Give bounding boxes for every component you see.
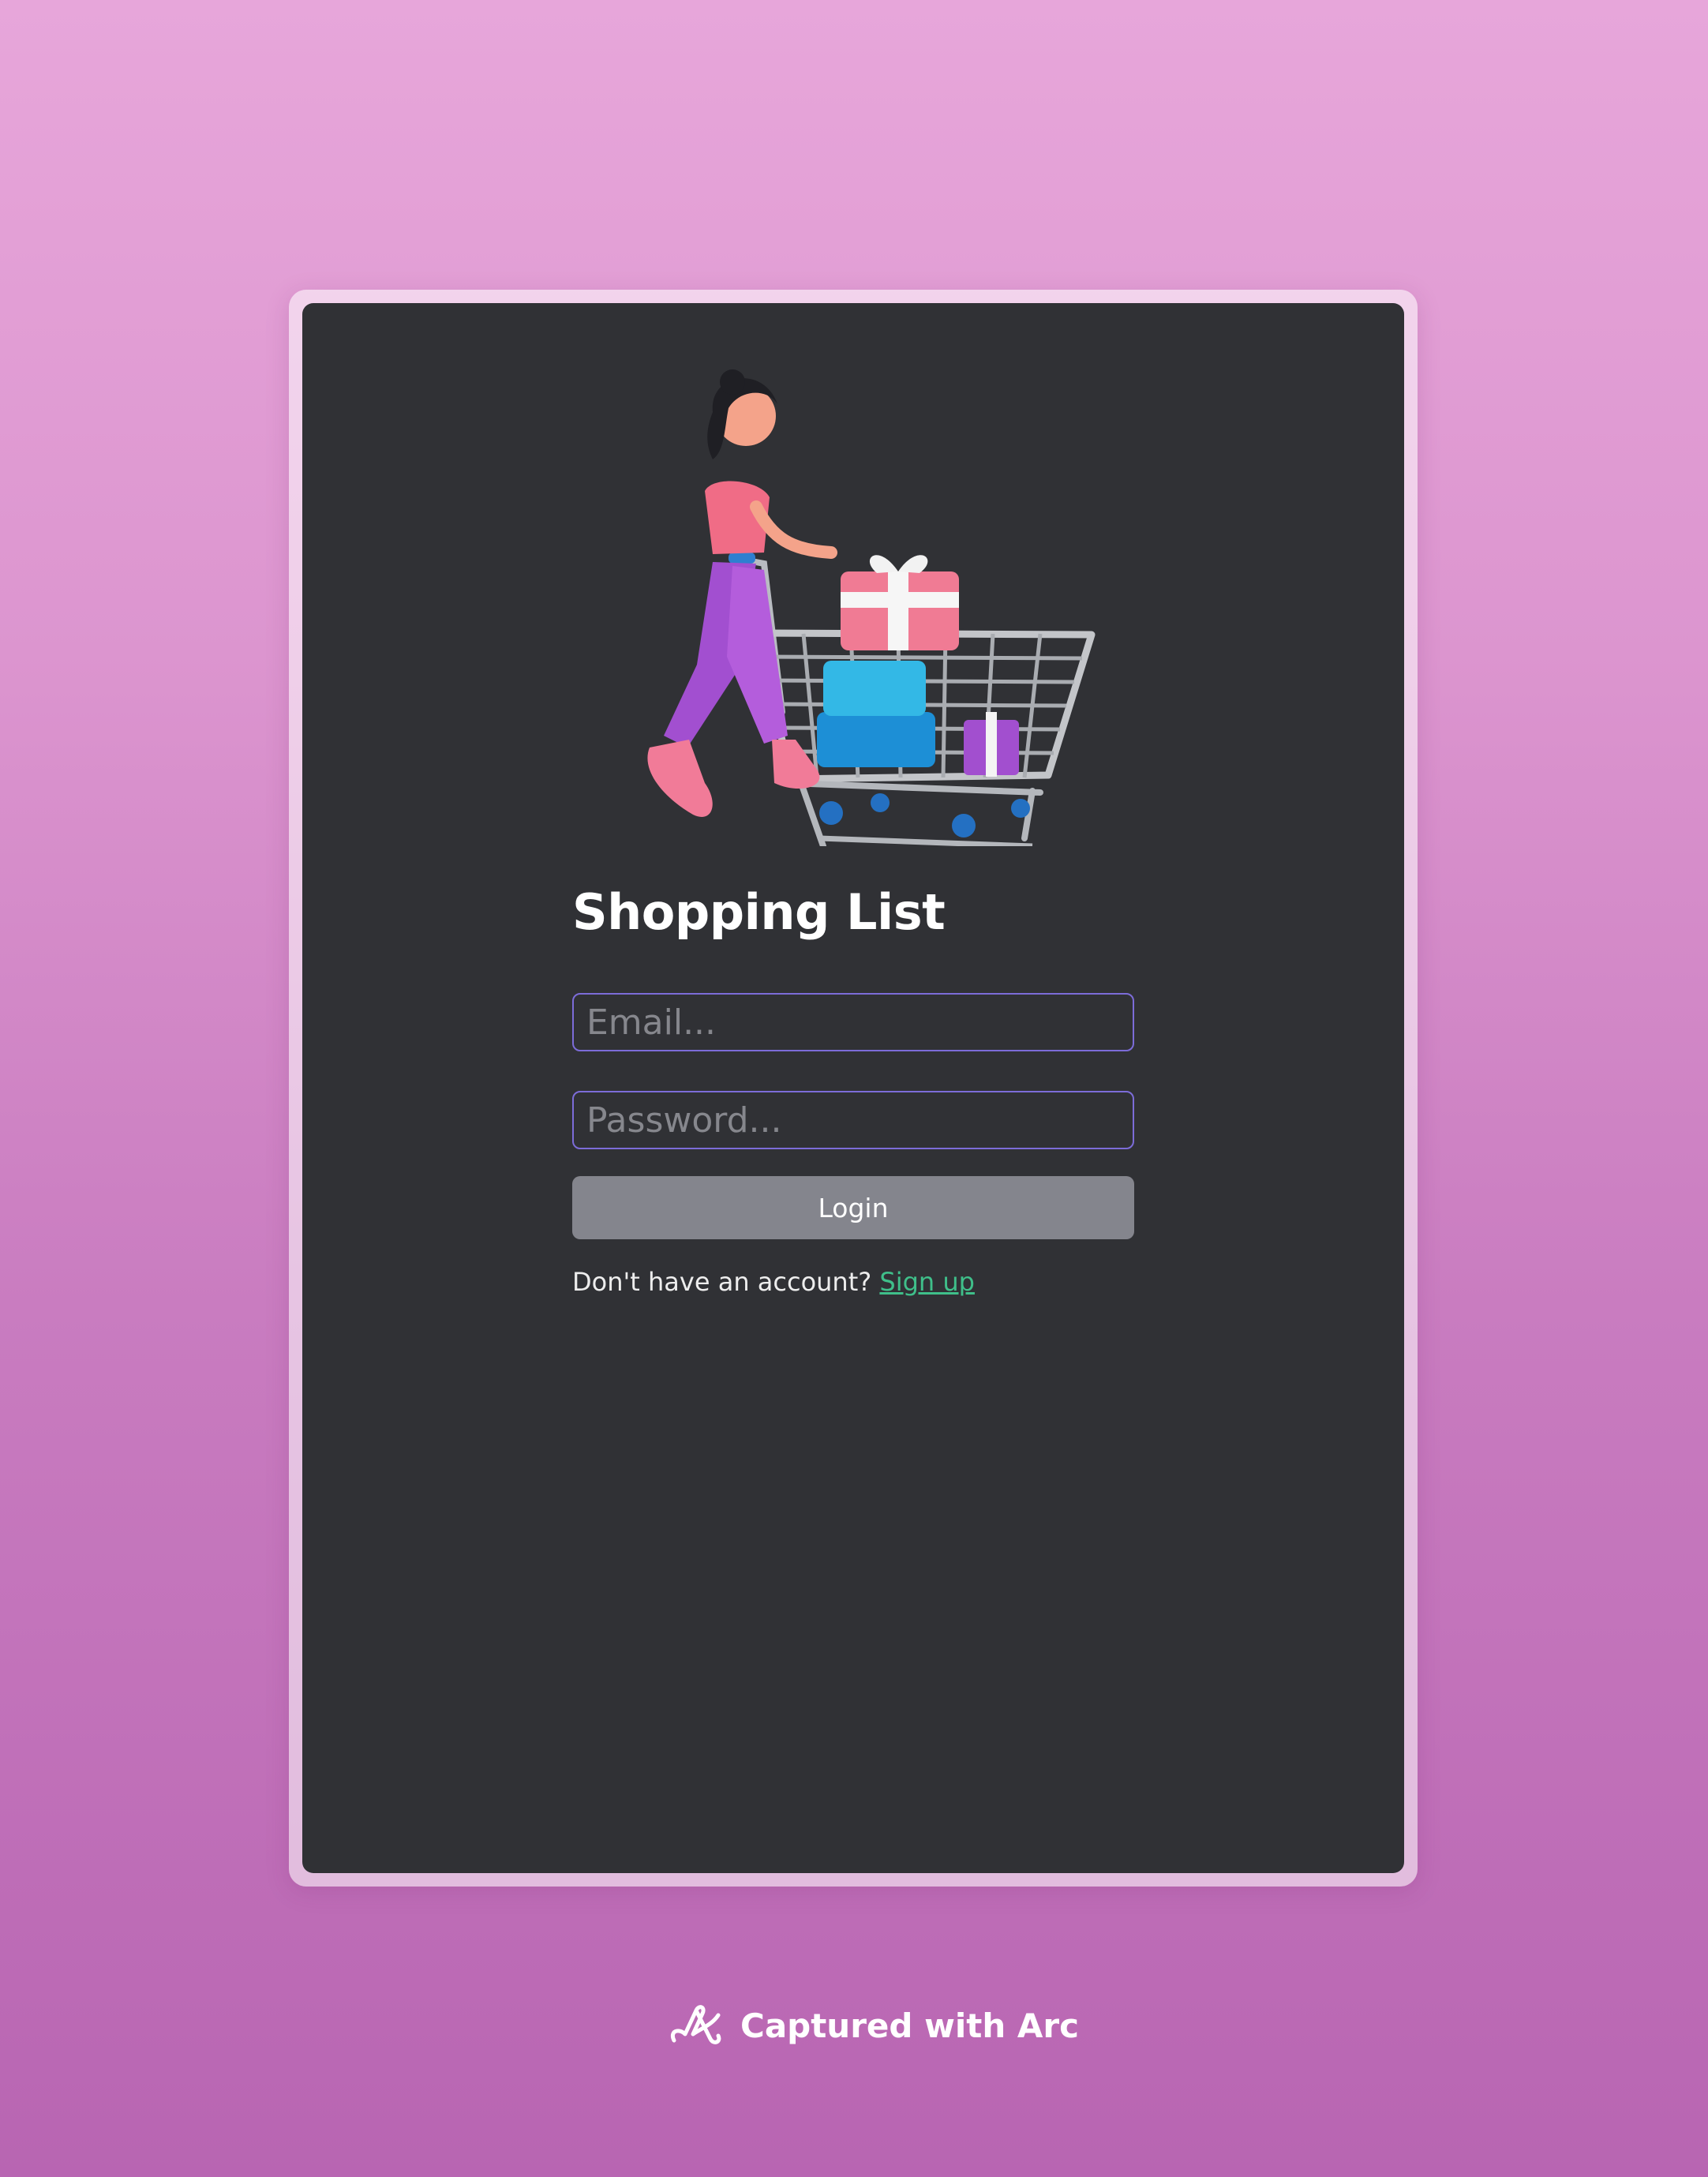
signup-link[interactable]: Sign up <box>879 1267 975 1297</box>
gift-boxes <box>817 555 1019 777</box>
arc-logo-icon <box>671 2005 721 2044</box>
login-button[interactable]: Login <box>572 1176 1134 1239</box>
app-window: Shopping List Login Don't have an accoun… <box>302 303 1404 1873</box>
capture-badge: Captured with Arc <box>666 1999 1079 2052</box>
password-field[interactable] <box>572 1091 1134 1149</box>
shopper-illustration <box>647 369 1096 846</box>
signup-prompt-text: Don't have an account? <box>572 1267 872 1297</box>
signup-prompt-row: Don't have an account? Sign up <box>572 1265 975 1299</box>
email-field[interactable] <box>572 993 1134 1051</box>
capture-badge-text: Captured with Arc <box>740 2006 1080 2045</box>
page-title: Shopping List <box>572 883 946 941</box>
